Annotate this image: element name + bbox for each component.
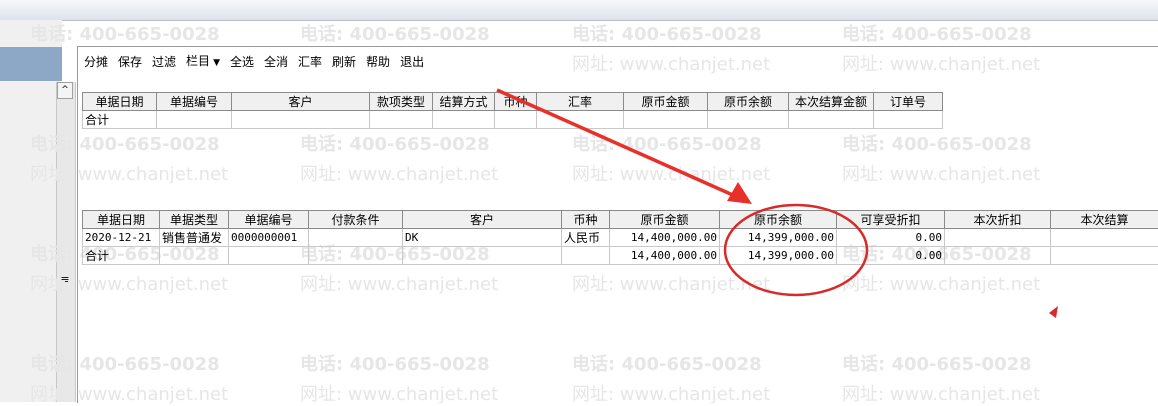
col-header[interactable]: 可享受折扣 <box>837 211 945 229</box>
dropdown-arrow-icon[interactable]: ▼ <box>213 58 220 68</box>
help-button[interactable]: 帮助 <box>361 51 395 73</box>
vertical-scrollbar[interactable]: ^ ≡ <box>56 82 76 402</box>
grid-header-row: 单据日期 单据类型 单据编号 付款条件 客户 币种 原币金额 原币余额 可享受折… <box>83 211 1158 229</box>
col-header[interactable]: 款项类型 <box>370 93 433 111</box>
exit-button[interactable]: 退出 <box>395 51 429 73</box>
cell-type[interactable]: 销售普通发 <box>160 229 229 247</box>
table-row[interactable]: 2020-12-21 销售普通发 0000000001 DK 人民币 14,40… <box>83 229 1158 247</box>
select-all-button[interactable]: 全选 <box>225 51 259 73</box>
cell-customer[interactable]: DK <box>403 229 562 247</box>
save-button[interactable]: 保存 <box>113 51 147 73</box>
col-header[interactable]: 原币金额 <box>610 211 720 229</box>
col-header[interactable]: 单据日期 <box>83 93 157 111</box>
refresh-button[interactable]: 刷新 <box>327 51 361 73</box>
cell-balance[interactable]: 14,399,000.00 <box>720 229 837 247</box>
deselect-all-button[interactable]: 全消 <box>259 51 293 73</box>
watermark-phone: 电话: 400-665-0028 <box>842 20 1032 46</box>
col-header[interactable]: 客户 <box>232 93 370 111</box>
col-header[interactable]: 汇率 <box>537 93 624 111</box>
col-header[interactable]: 本次折扣 <box>945 211 1051 229</box>
title-bar <box>0 0 1158 21</box>
total-balance: 14,399,000.00 <box>720 247 837 265</box>
cell-settle[interactable] <box>1051 229 1158 247</box>
grid-header-row: 单据日期 单据编号 客户 款项类型 结算方式 币种 汇率 原币金额 原币余额 本… <box>83 93 943 111</box>
col-header[interactable]: 本次结算 <box>1051 211 1158 229</box>
cell-currency[interactable]: 人民币 <box>562 229 610 247</box>
cell-terms[interactable] <box>309 229 403 247</box>
col-header[interactable]: 原币余额 <box>708 93 789 111</box>
filter-button[interactable]: 过滤 <box>147 51 181 73</box>
watermark-phone: 电话: 400-665-0028 <box>300 20 490 46</box>
col-header[interactable]: 原币金额 <box>624 93 708 111</box>
total-discount: 0.00 <box>837 247 945 265</box>
col-header[interactable]: 付款条件 <box>309 211 403 229</box>
total-row[interactable]: 合计 <box>83 111 943 129</box>
cell-date[interactable]: 2020-12-21 <box>83 229 160 247</box>
total-label: 合计 <box>83 111 157 129</box>
columns-button[interactable]: 栏目▼ <box>181 50 225 74</box>
columns-label: 栏目 <box>186 54 210 68</box>
invoice-grid: 单据日期 单据类型 单据编号 付款条件 客户 币种 原币金额 原币余额 可享受折… <box>82 210 1158 265</box>
total-label: 合计 <box>83 247 160 265</box>
watermark-phone: 电话: 400-665-0028 <box>572 20 762 46</box>
col-header[interactable]: 单据日期 <box>83 211 160 229</box>
cell-discount[interactable]: 0.00 <box>837 229 945 247</box>
col-header[interactable]: 本次结算金额 <box>789 93 874 111</box>
cell-number[interactable]: 0000000001 <box>229 229 309 247</box>
exchange-rate-button[interactable]: 汇率 <box>293 51 327 73</box>
col-header[interactable]: 结算方式 <box>433 93 495 111</box>
col-header[interactable]: 客户 <box>403 211 562 229</box>
left-pane <box>0 20 62 402</box>
left-pane-selection[interactable] <box>0 47 62 81</box>
col-header[interactable]: 币种 <box>495 93 537 111</box>
col-header[interactable]: 单据类型 <box>160 211 229 229</box>
allocate-button[interactable]: 分摊 <box>79 51 113 73</box>
col-header[interactable]: 单据编号 <box>157 93 232 111</box>
col-header[interactable]: 订单号 <box>874 93 943 111</box>
cell-amount[interactable]: 14,400,000.00 <box>610 229 720 247</box>
receipt-grid: 单据日期 单据编号 客户 款项类型 结算方式 币种 汇率 原币金额 原币余额 本… <box>82 92 943 129</box>
col-header[interactable]: 原币余额 <box>720 211 837 229</box>
scroll-up-button[interactable]: ^ <box>57 82 73 99</box>
scroll-grip-icon[interactable]: ≡ <box>57 272 73 288</box>
col-header[interactable]: 单据编号 <box>229 211 309 229</box>
total-amount: 14,400,000.00 <box>610 247 720 265</box>
total-row[interactable]: 合计 14,400,000.00 14,399,000.00 0.00 <box>83 247 1158 265</box>
cell-current-discount[interactable] <box>945 229 1051 247</box>
col-header[interactable]: 币种 <box>562 211 610 229</box>
toolbar: 分摊 保存 过滤 栏目▼ 全选 全消 汇率 刷新 帮助 退出 <box>79 50 429 74</box>
